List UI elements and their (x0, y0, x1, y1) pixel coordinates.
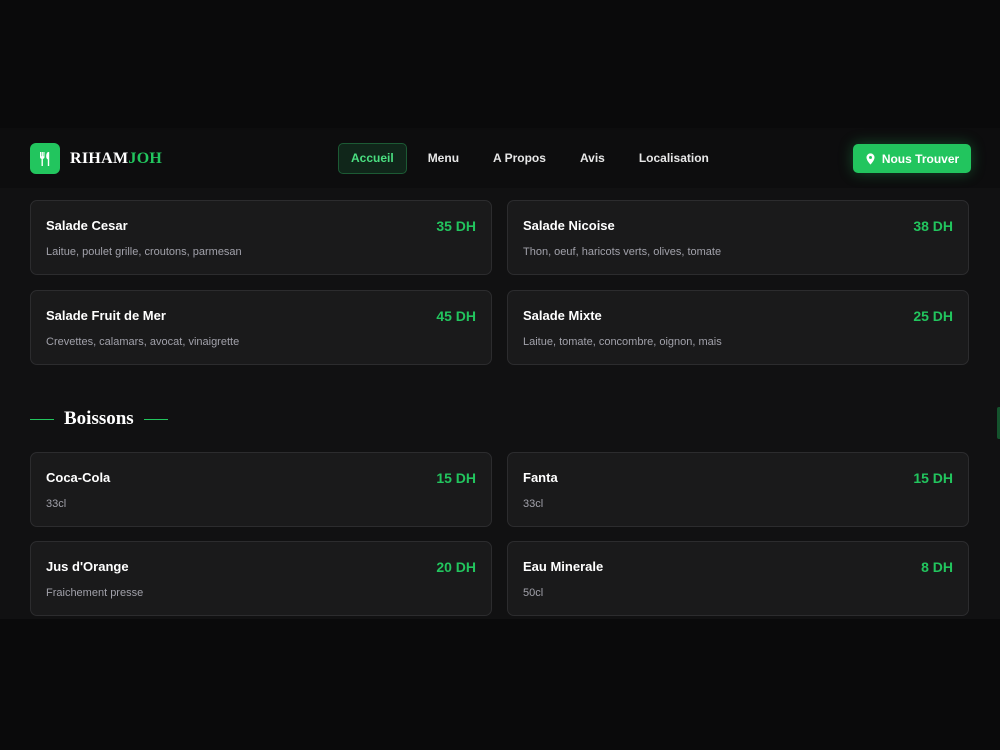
menu-item-name: Salade Mixte (523, 308, 602, 323)
menu-item-description: Laitue, tomate, concombre, oignon, mais (523, 336, 722, 348)
section-divider-right (143, 418, 168, 420)
menu-item-description: 33cl (523, 498, 544, 510)
nav-link-a-propos[interactable]: A Propos (480, 143, 559, 174)
nav-link-avis[interactable]: Avis (567, 143, 618, 174)
menu-item-card[interactable]: Jus d'Orange 20 DH Fraichement presse (30, 541, 492, 616)
navbar: RIHAMJOH Accueil Menu A Propos Avis Loca… (0, 128, 1000, 188)
menu-item-card[interactable]: Coca-Cola 15 DH 33cl (30, 452, 492, 527)
menu-item-description: Laitue, poulet grille, croutons, parmesa… (46, 246, 242, 258)
menu-item-price: 25 DH (913, 308, 953, 324)
menu-item-description: Thon, oeuf, haricots verts, olives, toma… (523, 246, 722, 258)
brand-name: RIHAMJOH (70, 150, 162, 168)
menu-item-description: 50cl (523, 587, 544, 599)
section-heading-boissons: Boissons (30, 406, 168, 432)
menu-item-name: Salade Cesar (46, 218, 128, 233)
menu-item-price: 15 DH (913, 470, 953, 486)
section-title: Boissons (64, 408, 134, 429)
menu-item-card[interactable]: Salade Mixte 25 DH Laitue, tomate, conco… (507, 290, 969, 365)
menu-item-card[interactable]: Salade Nicoise 38 DH Thon, oeuf, haricot… (507, 200, 969, 275)
menu-item-description: 33cl (46, 498, 67, 510)
main-nav: Accueil Menu A Propos Avis Localisation (338, 143, 730, 174)
menu-item-price: 20 DH (436, 559, 476, 575)
menu-item-name: Eau Minerale (523, 559, 604, 574)
menu-item-name: Fanta (523, 470, 558, 485)
nous-trouver-button[interactable]: Nous Trouver (853, 144, 971, 173)
nav-link-localisation[interactable]: Localisation (626, 143, 722, 174)
menu-item-description: Fraichement presse (46, 587, 144, 599)
menu-item-price: 45 DH (436, 308, 476, 324)
menu-item-card[interactable]: Fanta 15 DH 33cl (507, 452, 969, 527)
nav-link-menu[interactable]: Menu (415, 143, 472, 174)
menu-item-price: 38 DH (913, 218, 953, 234)
menu-item-card[interactable]: Eau Minerale 8 DH 50cl (507, 541, 969, 616)
menu-item-name: Coca-Cola (46, 470, 111, 485)
menu-item-name: Salade Nicoise (523, 218, 615, 233)
section-divider-left (30, 418, 54, 420)
utensils-icon (30, 143, 60, 174)
brand-name-part2: JOH (128, 149, 163, 167)
nous-trouver-label: Nous Trouver (881, 151, 960, 166)
nav-link-accueil[interactable]: Accueil (338, 143, 407, 174)
brand-name-part1: RIHAM (70, 149, 129, 167)
menu-item-card[interactable]: Salade Cesar 35 DH Laitue, poulet grille… (30, 200, 492, 275)
menu-item-card[interactable]: Salade Fruit de Mer 45 DH Crevettes, cal… (30, 290, 492, 365)
brand-logo[interactable]: RIHAMJOH (30, 143, 162, 174)
map-pin-icon (865, 152, 876, 165)
menu-item-price: 8 DH (921, 559, 953, 575)
menu-item-name: Jus d'Orange (46, 559, 129, 574)
menu-item-price: 15 DH (436, 470, 476, 486)
menu-item-name: Salade Fruit de Mer (46, 308, 166, 323)
page: RIHAMJOH Accueil Menu A Propos Avis Loca… (0, 128, 1000, 619)
menu-item-description: Crevettes, calamars, avocat, vinaigrette (46, 336, 240, 348)
menu-item-price: 35 DH (436, 218, 476, 234)
